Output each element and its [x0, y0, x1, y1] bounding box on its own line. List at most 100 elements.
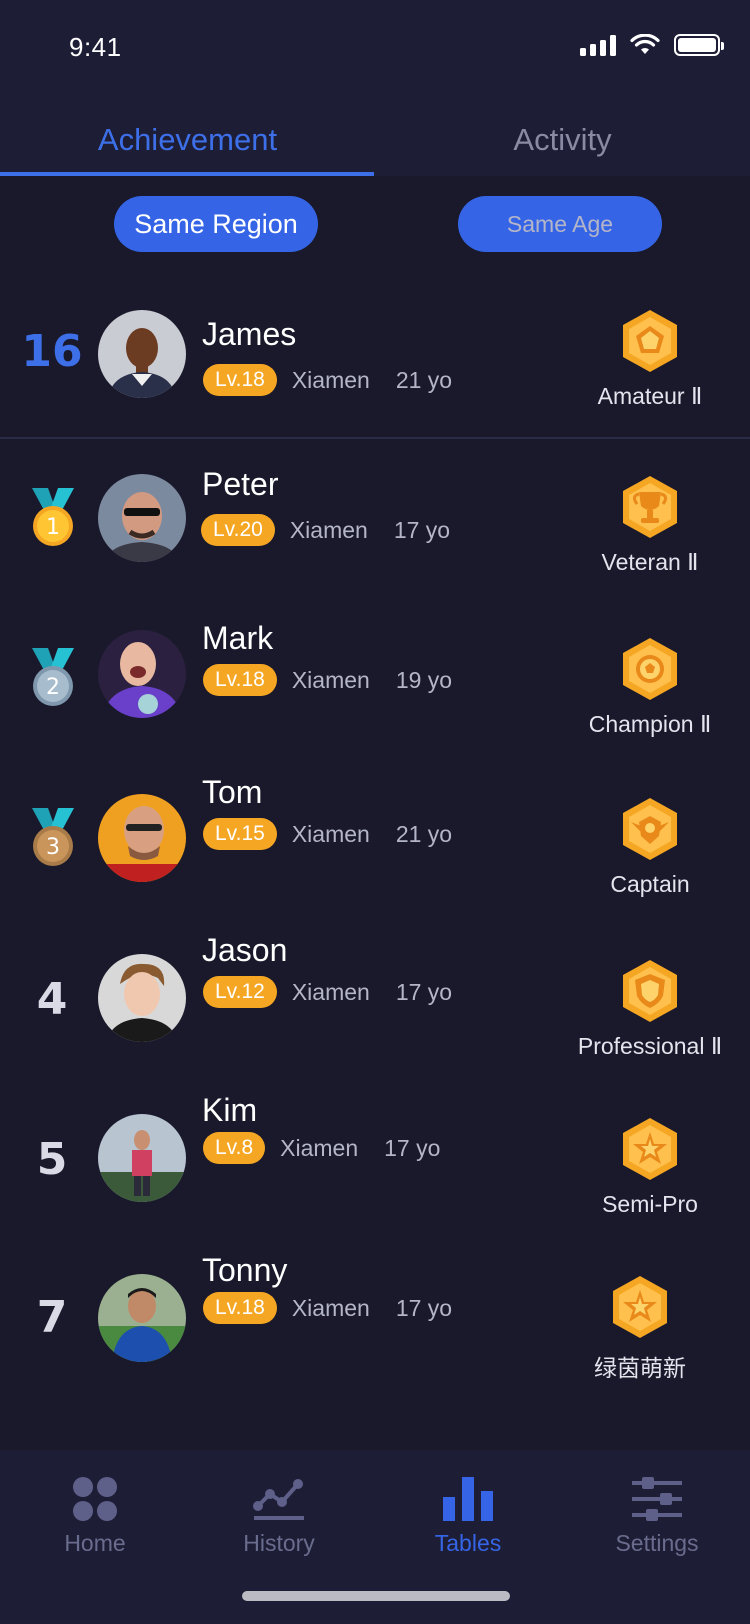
player-age: 17 yo [395, 1294, 453, 1321]
segment-tabs: Achievement Activity [0, 110, 750, 176]
level-badge: Lv.12 [203, 976, 277, 1008]
player-name: Mark [202, 620, 274, 656]
player-age: 17 yo [384, 1134, 441, 1161]
table-row[interactable]: 5 Kim Lv.8 Xiamen 17 yo Semi-Pro [0, 1092, 750, 1218]
table-row[interactable]: 1 Peter Lv.20 Xiamen 17 yo Veteran Ⅱ [0, 458, 750, 578]
tab-achievement[interactable]: Achievement [0, 110, 375, 176]
player-name: James [202, 316, 297, 352]
title-label: Captain [610, 871, 690, 897]
tab-history[interactable]: History [209, 1474, 349, 1557]
rank-number: 16 [21, 326, 83, 377]
tab-label: Settings [615, 1530, 699, 1556]
trophy-badge-icon [623, 476, 677, 538]
avatar [98, 1274, 186, 1362]
rank-title: Captain [540, 796, 750, 898]
player-city: Xiamen [291, 820, 370, 847]
level-badge: Lv.18 [203, 1292, 277, 1324]
home-indicator[interactable] [242, 1591, 510, 1601]
header: 9:41 Achievement Activity [0, 0, 750, 176]
rank-title: 绿茵萌新 [530, 1274, 750, 1383]
medal-rank: 3 [46, 835, 60, 860]
level-badge: Lv.18 [203, 364, 277, 396]
title-label: 绿茵萌新 [594, 1355, 686, 1381]
title-label: Veteran Ⅱ [601, 549, 699, 575]
title-label: Amateur Ⅱ [597, 383, 703, 409]
bronze-medal-icon: 3 [32, 808, 74, 866]
tables-icon [443, 1477, 493, 1521]
tab-settings[interactable]: Settings [587, 1474, 727, 1557]
table-row[interactable]: 3 Tom Lv.15 Xiamen 21 yo Captain [0, 774, 750, 898]
player-meta: Lv.12 Xiamen 17 yo [203, 976, 452, 1008]
player-meta: Lv.20 Xiamen 17 yo [201, 514, 450, 546]
home-icon [73, 1477, 117, 1521]
player-name: Peter [202, 466, 279, 502]
player-city: Xiamen [289, 516, 368, 543]
level-badge: Lv.15 [203, 818, 277, 850]
player-age: 21 yo [395, 820, 453, 847]
tab-activity[interactable]: Activity [375, 110, 750, 176]
tab-label: Home [64, 1530, 126, 1556]
star-badge-icon [623, 1118, 677, 1180]
rank-number: 4 [36, 974, 68, 1025]
table-row[interactable]: 7 Tonny Lv.18 Xiamen 17 yo 绿茵萌新 [0, 1252, 750, 1381]
settings-icon [632, 1477, 682, 1521]
medal-rank: 1 [46, 515, 60, 540]
player-meta: Lv.8 Xiamen 17 yo [203, 1132, 440, 1164]
title-label: Semi-Pro [602, 1191, 698, 1217]
rank-title: Professional Ⅱ [540, 958, 750, 1060]
rank-number: 5 [36, 1134, 68, 1185]
player-city: Xiamen [291, 666, 370, 693]
divider [0, 437, 750, 439]
shield-badge-icon [623, 960, 677, 1022]
history-icon [253, 1479, 304, 1520]
my-rank-row[interactable]: 16 James Lv.18 Xiamen 21 yo Amateur Ⅱ [0, 298, 750, 418]
player-meta: Lv.18 Xiamen 19 yo [203, 664, 452, 696]
level-badge: Lv.8 [203, 1132, 266, 1164]
table-row[interactable]: 2 Mark Lv.18 Xiamen 19 yo Champion Ⅱ [0, 618, 750, 738]
tab-label: Tables [434, 1530, 502, 1556]
leaderboard-screen: 9:41 Achievement Activity Same Region Sa… [0, 0, 750, 1624]
title-label: Champion Ⅱ [588, 711, 712, 737]
player-meta: Lv.18 Xiamen 21 yo [203, 364, 452, 396]
title-label: Professional Ⅱ [577, 1033, 723, 1059]
tab-tables[interactable]: Tables [398, 1474, 538, 1557]
player-name: Tonny [202, 1252, 288, 1288]
tab-label: History [243, 1530, 315, 1556]
avatar [98, 954, 186, 1042]
player-name: Jason [202, 932, 288, 968]
avatar [98, 310, 186, 398]
same-region-button[interactable]: Same Region [114, 196, 318, 252]
player-age: 17 yo [393, 516, 451, 543]
pentagon-badge-icon [623, 310, 677, 372]
player-meta: Lv.15 Xiamen 21 yo [203, 818, 452, 850]
wifi-icon [630, 34, 660, 54]
status-icons [580, 34, 724, 56]
player-name: Tom [202, 774, 263, 810]
status-time: 9:41 [69, 32, 122, 62]
star-badge-icon [613, 1276, 667, 1338]
same-age-button[interactable]: Same Age [458, 196, 662, 252]
ball-badge-icon [623, 638, 677, 700]
rank-title: Champion Ⅱ [540, 636, 750, 738]
battery-icon [674, 34, 724, 56]
avatar [98, 1114, 186, 1202]
level-badge: Lv.20 [201, 514, 275, 546]
tab-home[interactable]: Home [25, 1474, 165, 1557]
rank-title: Semi-Pro [540, 1116, 750, 1218]
rank-title: Amateur Ⅱ [540, 308, 750, 410]
level-badge: Lv.18 [203, 664, 277, 696]
rank-number: 7 [36, 1292, 68, 1343]
player-name: Kim [202, 1092, 258, 1128]
signal-icon [580, 34, 616, 56]
player-meta: Lv.18 Xiamen 17 yo [203, 1292, 452, 1324]
avatar [98, 794, 186, 882]
player-age: 21 yo [395, 366, 453, 393]
avatar [98, 474, 186, 562]
player-city: Xiamen [291, 366, 370, 393]
filter-bar: Same Region Same Age [0, 196, 750, 252]
wings-badge-icon [623, 798, 677, 860]
silver-medal-icon: 2 [32, 648, 74, 706]
rank-title: Veteran Ⅱ [540, 474, 750, 576]
player-age: 17 yo [395, 978, 453, 1005]
table-row[interactable]: 4 Jason Lv.12 Xiamen 17 yo Professional … [0, 932, 750, 1059]
